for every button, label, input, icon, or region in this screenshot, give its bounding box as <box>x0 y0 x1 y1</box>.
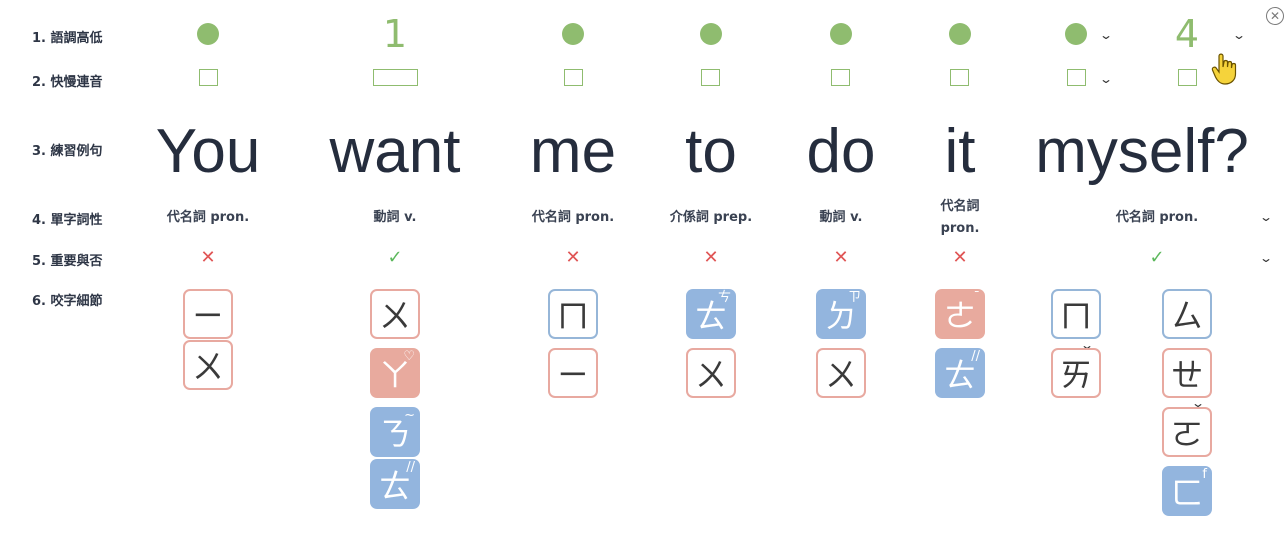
tone-mark: ˉ <box>973 290 981 305</box>
importance-want-check-icon[interactable]: ✓ <box>387 248 402 268</box>
linking-checkbox-to[interactable] <box>701 69 720 86</box>
word-to[interactable]: to <box>685 112 737 192</box>
word-want[interactable]: want <box>330 112 461 192</box>
importance-me-cross-icon[interactable]: ✕ <box>565 248 580 268</box>
linking-checkbox-my[interactable] <box>1067 69 1086 86</box>
zhuyin-tile-want-4[interactable]: ㄊ// <box>370 459 420 509</box>
linking-checkbox-self[interactable] <box>1178 69 1197 86</box>
pos-it-line1: 代名詞 <box>940 199 980 214</box>
tone-mark: ♡ <box>403 349 415 364</box>
importance-you-cross-icon[interactable]: ✕ <box>200 248 215 268</box>
pos-it-line2: pron. <box>940 221 980 236</box>
zhuyin-tile-self-3[interactable]: ㄛ <box>1162 407 1212 457</box>
tone-dot-do[interactable] <box>830 23 852 45</box>
row-label-bite: 6. 咬字細節 <box>32 294 103 309</box>
pos-want: 動詞 v. <box>373 210 417 225</box>
zhuyin-tile-to-1[interactable]: ㄊㄘ <box>686 289 736 339</box>
zhuyin-tile-want-2[interactable]: ㄚ ♡ <box>370 348 420 398</box>
zhuyin-tile-self-1[interactable]: ㄙ <box>1162 289 1212 339</box>
tone-dot-you[interactable] <box>197 23 219 45</box>
linking-checkbox-me[interactable] <box>564 69 583 86</box>
row-label-pos: 4. 單字詞性 <box>32 213 103 228</box>
tone-number-self[interactable]: 4 <box>1157 12 1217 56</box>
linking-checkbox-it[interactable] <box>950 69 969 86</box>
row-label-sentence: 3. 練習例句 <box>32 144 103 159</box>
word-me[interactable]: me <box>530 112 616 192</box>
zhuyin-tile-do-2[interactable]: ㄨ <box>816 348 866 398</box>
tone-dot-it[interactable] <box>949 23 971 45</box>
word-you[interactable]: You <box>156 112 261 192</box>
zhuyin-tile-me-1[interactable]: ㄇ <box>548 289 598 339</box>
tone-dot-my[interactable] <box>1065 23 1087 45</box>
pos-me: 代名詞 pron. <box>531 210 615 225</box>
pos-you: 代名詞 pron. <box>166 210 250 225</box>
row-label-tone: 1. 語調高低 <box>32 31 103 46</box>
zhuyin-tile-self-2[interactable]: ㄝ <box>1162 348 1212 398</box>
pos-do: 動詞 v. <box>819 210 863 225</box>
word-myself[interactable]: myself? <box>1035 112 1249 192</box>
importance-myself-check-icon[interactable]: ✓ <box>1149 248 1164 268</box>
zhuyin-tile-to-2[interactable]: ㄨ <box>686 348 736 398</box>
chevron-down-icon[interactable]: ⌄ <box>1099 29 1113 41</box>
chevron-down-icon[interactable]: ⌄ <box>1259 252 1273 264</box>
tone-mark: // <box>971 349 980 364</box>
chevron-down-icon[interactable]: ⌄ <box>1099 73 1113 85</box>
zhuyin-tile-you-1[interactable]: ㄧ <box>183 289 233 339</box>
tone-mark: f <box>1202 467 1207 482</box>
linking-checkbox-you[interactable] <box>199 69 218 86</box>
tone-number-want[interactable]: 1 <box>365 12 425 56</box>
tone-mark: ㄘ <box>717 290 731 305</box>
word-do[interactable]: do <box>807 112 876 192</box>
zhuyin-tile-me-2[interactable]: ㄧ <box>548 348 598 398</box>
zhuyin-tile-my-1[interactable]: ㄇ <box>1051 289 1101 339</box>
linking-checkbox-want[interactable] <box>373 69 418 86</box>
tone-dot-me[interactable] <box>562 23 584 45</box>
word-it[interactable]: it <box>945 112 976 192</box>
zhuyin-tile-want-3[interactable]: ㄋ ~ <box>370 407 420 457</box>
zhuyin-tile-self-4[interactable]: ㄈf <box>1162 466 1212 516</box>
zhuyin-tile-do-1[interactable]: ㄉㄗ <box>816 289 866 339</box>
zhuyin-tile-my-2[interactable]: ㄞ <box>1051 348 1101 398</box>
row-label-linking: 2. 快慢連音 <box>32 75 103 90</box>
importance-do-cross-icon[interactable]: ✕ <box>833 248 848 268</box>
zhuyin-tile-it-1[interactable]: ㄜˉ <box>935 289 985 339</box>
row-label-importance: 5. 重要與否 <box>32 254 103 269</box>
pos-myself: 代名詞 pron. <box>1115 210 1199 225</box>
zhuyin-tile-want-1[interactable]: ㄨ <box>370 289 420 339</box>
importance-to-cross-icon[interactable]: ✕ <box>703 248 718 268</box>
zhuyin-tile-you-2[interactable]: ㄨ <box>183 340 233 390</box>
chevron-down-icon[interactable]: ⌄ <box>1259 211 1273 223</box>
tone-mark: ~ <box>404 408 415 423</box>
importance-it-cross-icon[interactable]: ✕ <box>952 248 967 268</box>
hand-pointer-icon <box>1211 53 1237 85</box>
pos-to: 介係詞 prep. <box>669 210 753 225</box>
linking-checkbox-do[interactable] <box>831 69 850 86</box>
zhuyin-tile-it-2[interactable]: ㄊ// <box>935 348 985 398</box>
tone-dot-to[interactable] <box>700 23 722 45</box>
tone-mark: // <box>406 460 415 475</box>
tone-mark: ㄗ <box>847 290 861 305</box>
chevron-down-icon[interactable]: ⌄ <box>1232 29 1246 41</box>
close-icon[interactable]: ✕ <box>1266 7 1284 25</box>
